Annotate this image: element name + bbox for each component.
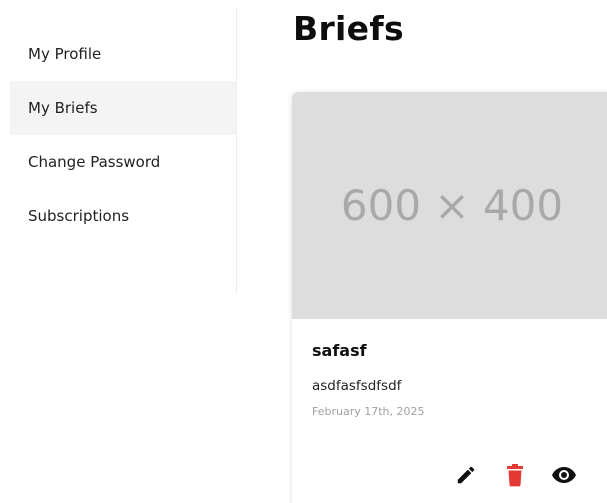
sidebar-item-label: Change Password bbox=[28, 153, 161, 171]
brief-card: 600 × 400 safasf asdfasfsdfsdf February … bbox=[292, 92, 607, 503]
trash-icon bbox=[507, 464, 523, 487]
card-image-placeholder: 600 × 400 bbox=[292, 92, 607, 319]
sidebar-item-subscriptions[interactable]: Subscriptions bbox=[0, 189, 236, 243]
card-title: safasf bbox=[312, 341, 367, 360]
app-layout: My Profile My Briefs Change Password Sub… bbox=[0, 0, 607, 503]
page-title: Briefs bbox=[293, 9, 404, 48]
edit-button[interactable] bbox=[452, 462, 480, 488]
sidebar-item-my-profile[interactable]: My Profile bbox=[0, 27, 236, 81]
card-description: asdfasfsdfsdf bbox=[312, 378, 402, 394]
eye-icon bbox=[552, 467, 576, 483]
delete-button[interactable] bbox=[501, 462, 529, 488]
sidebar-item-label: My Profile bbox=[28, 45, 102, 63]
card-actions bbox=[452, 462, 599, 488]
sidebar-item-label: Subscriptions bbox=[28, 207, 130, 225]
sidebar-item-label: My Briefs bbox=[28, 99, 98, 117]
sidebar-item-my-briefs[interactable]: My Briefs bbox=[10, 81, 236, 135]
card-date: February 17th, 2025 bbox=[312, 405, 425, 418]
placeholder-text: 600 × 400 bbox=[340, 181, 564, 230]
pencil-icon bbox=[457, 466, 475, 484]
view-button[interactable] bbox=[550, 462, 578, 488]
sidebar: My Profile My Briefs Change Password Sub… bbox=[0, 8, 237, 293]
sidebar-item-change-password[interactable]: Change Password bbox=[0, 135, 236, 189]
